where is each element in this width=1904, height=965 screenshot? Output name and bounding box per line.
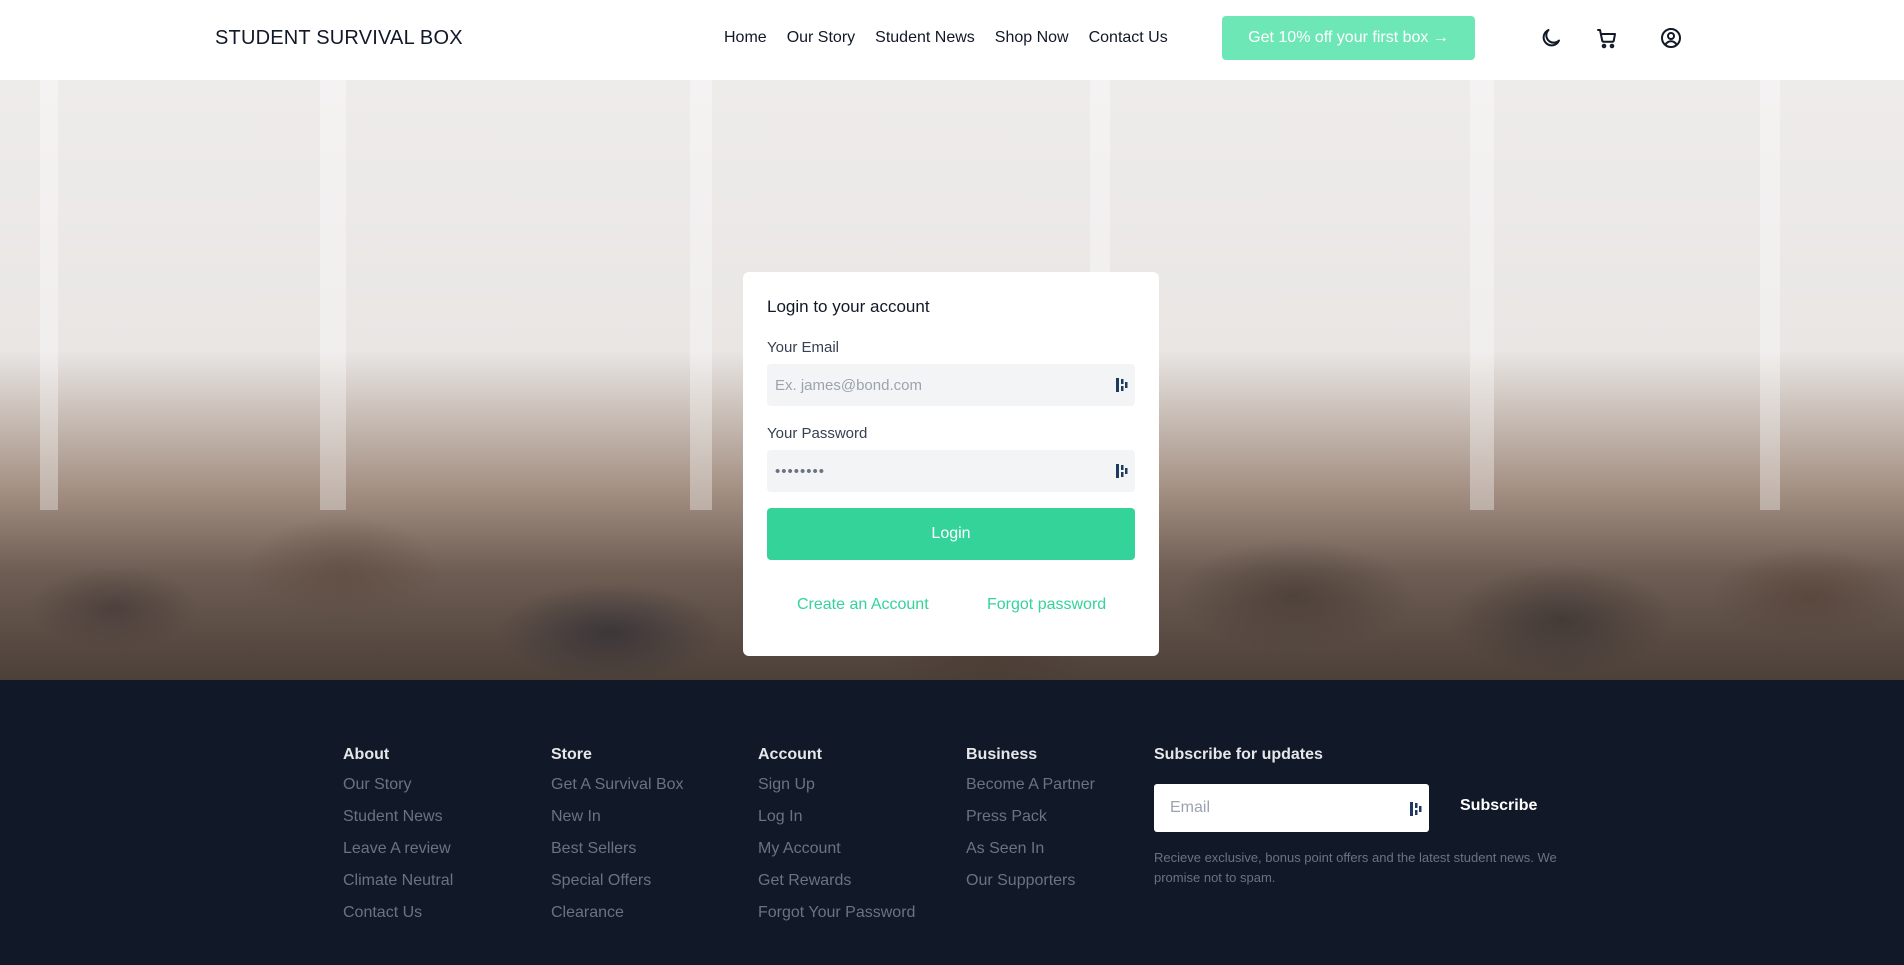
footer-column-store: Store Get A Survival Box New In Best Sel… <box>551 746 684 934</box>
moon-icon[interactable] <box>1537 24 1565 52</box>
cart-icon[interactable] <box>1593 24 1621 52</box>
footer-link[interactable]: Sign Up <box>758 774 915 806</box>
footer-column-business: Business Become A Partner Press Pack As … <box>966 746 1095 902</box>
login-title: Login to your account <box>767 297 930 316</box>
login-button[interactable]: Login <box>767 508 1135 560</box>
create-account-link[interactable]: Create an Account <box>797 596 929 614</box>
footer-link[interactable]: As Seen In <box>966 838 1095 870</box>
hero-curtain-fold <box>690 80 712 510</box>
footer-link[interactable]: Contact Us <box>343 902 453 934</box>
footer-link[interactable]: Become A Partner <box>966 774 1095 806</box>
hero-background-image: Login to your account Your Email Ex. jam… <box>0 80 1904 680</box>
subscribe-note: Recieve exclusive, bonus point offers an… <box>1154 850 1557 885</box>
footer-link[interactable]: Get Rewards <box>758 870 915 902</box>
password-manager-icon[interactable] <box>1115 377 1129 393</box>
footer-link[interactable]: Student News <box>343 806 453 838</box>
hero-curtain-fold <box>1760 80 1780 510</box>
promo-button[interactable]: Get 10% off your first box → <box>1222 16 1475 60</box>
subscribe-email-input[interactable]: Email <box>1154 784 1429 832</box>
footer-column-about: About Our Story Student News Leave A rev… <box>343 746 453 934</box>
footer-column-account: Account Sign Up Log In My Account Get Re… <box>758 746 915 934</box>
site-header: STUDENT SURVIVAL BOX Home Our Story Stud… <box>0 0 1904 80</box>
login-card: Login to your account Your Email Ex. jam… <box>743 272 1159 656</box>
footer-link[interactable]: Clearance <box>551 902 684 934</box>
footer-link[interactable]: Our Story <box>343 774 453 806</box>
subscribe-heading: Subscribe for updates <box>1154 746 1323 763</box>
footer-link[interactable]: Special Offers <box>551 870 684 902</box>
hero-curtain-fold <box>40 80 58 510</box>
subscribe-email-placeholder: Email <box>1170 799 1211 816</box>
password-field[interactable]: •••••••• <box>767 450 1135 492</box>
subscribe-button[interactable]: Subscribe <box>1460 797 1537 815</box>
footer-heading: Business <box>966 746 1038 763</box>
nav-contact-us[interactable]: Contact Us <box>1089 29 1168 47</box>
footer-heading: About <box>343 746 390 763</box>
email-label: Your Email <box>767 339 839 356</box>
email-field[interactable]: Ex. james@bond.com <box>767 364 1135 406</box>
nav-home[interactable]: Home <box>724 29 767 47</box>
main-nav: Home Our Story Student News Shop Now Con… <box>724 29 1168 47</box>
password-value: •••••••• <box>775 462 826 480</box>
nav-shop-now[interactable]: Shop Now <box>995 29 1069 47</box>
site-footer: About Our Story Student News Leave A rev… <box>0 680 1904 965</box>
footer-link[interactable]: Leave A review <box>343 838 453 870</box>
hero-curtain-fold <box>320 80 346 510</box>
footer-heading: Account <box>758 746 822 763</box>
email-placeholder: Ex. james@bond.com <box>775 376 922 394</box>
footer-link[interactable]: Press Pack <box>966 806 1095 838</box>
user-circle-icon[interactable] <box>1657 24 1685 52</box>
footer-link[interactable]: Climate Neutral <box>343 870 453 902</box>
footer-link[interactable]: Get A Survival Box <box>551 774 684 806</box>
footer-link[interactable]: New In <box>551 806 684 838</box>
footer-link[interactable]: Our Supporters <box>966 870 1095 902</box>
footer-link[interactable]: Forgot Your Password <box>758 902 915 934</box>
footer-heading: Store <box>551 746 592 763</box>
password-manager-icon[interactable] <box>1409 801 1423 817</box>
footer-link[interactable]: Log In <box>758 806 915 838</box>
password-manager-icon[interactable] <box>1115 463 1129 479</box>
forgot-password-link[interactable]: Forgot password <box>987 596 1106 614</box>
password-label: Your Password <box>767 425 868 442</box>
brand-logo[interactable]: STUDENT SURVIVAL BOX <box>215 27 463 50</box>
hero-curtain-fold <box>1470 80 1494 510</box>
nav-our-story[interactable]: Our Story <box>787 29 855 47</box>
footer-link[interactable]: My Account <box>758 838 915 870</box>
nav-student-news[interactable]: Student News <box>875 29 975 47</box>
footer-link[interactable]: Best Sellers <box>551 838 684 870</box>
